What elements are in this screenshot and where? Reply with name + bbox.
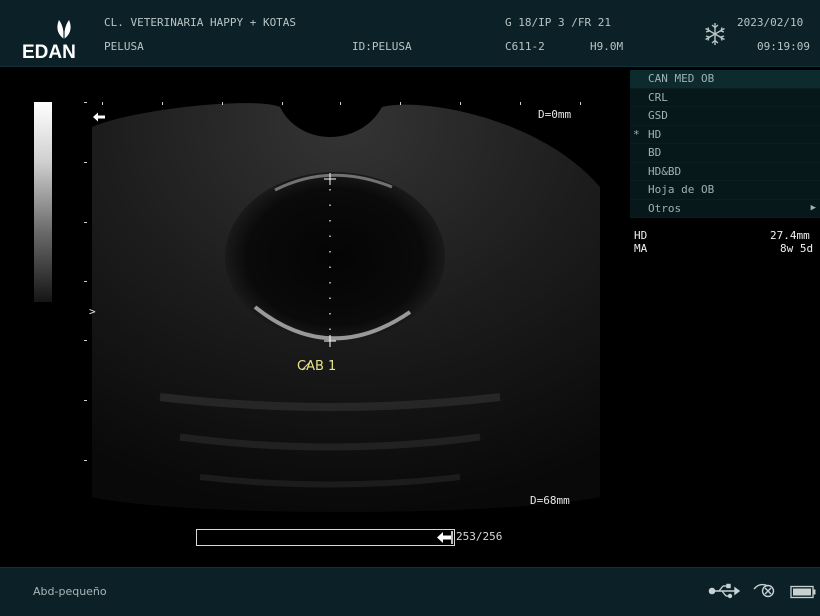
depth-top: D=0mm	[538, 108, 572, 121]
menu-item-label: Otros	[648, 201, 682, 215]
left-arrow-icon	[93, 112, 105, 122]
menu-item-hd-bd[interactable]: HD&BD	[630, 162, 820, 181]
probe-name: C611-2	[505, 40, 545, 53]
cine-progress-fill	[197, 530, 451, 545]
menu-item-label: CAN MED OB	[648, 72, 715, 85]
dicom-icon	[753, 583, 775, 598]
meas-hd-label: HD	[634, 229, 648, 242]
cine-counter: 253/256	[456, 530, 503, 543]
logo-text: EDAN	[22, 42, 76, 63]
menu-item-otros[interactable]: Otros ▶	[630, 199, 820, 218]
depth-bottom: D=68mm	[530, 494, 570, 507]
meas-ma-value: 8w 5d	[780, 242, 814, 255]
measurement-menu: CAN MED OB CRL GSD * HD BD HD&BD Hoja de OB Otro…	[630, 70, 820, 218]
caliper-label: CAB 1	[297, 359, 337, 374]
patient-name: PELUSA	[104, 40, 144, 53]
ultrasound-image-area[interactable]: > D=0mm D=68mm CAB 1 253/256	[0, 67, 628, 567]
selected-marker: *	[633, 127, 640, 141]
leaf-icon	[57, 20, 71, 39]
menu-item-gsd[interactable]: GSD	[630, 107, 820, 126]
grayscale-bar	[34, 102, 52, 302]
clinic-name: CL. VETERINARIA HAPPY + KOTAS	[104, 16, 297, 29]
exam-preset[interactable]: Abd-pequeño	[33, 585, 107, 598]
header-bar: EDAN CL. VETERINARIA HAPPY + KOTAS PELUS…	[0, 0, 820, 67]
usb-icon	[708, 583, 740, 599]
menu-item-bd[interactable]: BD	[630, 144, 820, 163]
battery-icon	[790, 585, 816, 599]
menu-item-label: Hoja de OB	[648, 183, 715, 196]
cine-arrow-icon[interactable]	[435, 530, 453, 545]
meas-hd-value: 27.4mm	[770, 229, 810, 242]
menu-item-crl[interactable]: CRL	[630, 88, 820, 107]
menu-item-hd[interactable]: * HD	[630, 125, 820, 144]
gain-params: G 18/IP 3 /FR 21	[505, 16, 611, 29]
snowflake-icon[interactable]	[703, 22, 727, 46]
menu-item-label: GSD	[648, 109, 668, 122]
menu-item-label: HD&BD	[648, 164, 682, 178]
menu-item-label: CRL	[648, 90, 668, 104]
menu-item-label: BD	[648, 146, 662, 159]
exam-date: 2023/02/10	[737, 16, 804, 29]
menu-item-can-med-ob[interactable]: CAN MED OB	[630, 70, 820, 89]
cine-progress-bar[interactable]	[196, 529, 455, 546]
meas-ma-label: MA	[634, 242, 648, 255]
harmonic-freq: H9.0M	[590, 40, 624, 53]
focus-marker: >	[89, 305, 96, 318]
exam-time: 09:19:09	[757, 40, 810, 53]
menu-item-hoja-de-ob[interactable]: Hoja de OB	[630, 181, 820, 200]
menu-item-label: HD	[648, 127, 662, 141]
edan-logo: EDAN	[22, 18, 94, 63]
footer-bar: Abd-pequeño	[0, 567, 820, 616]
patient-id: ID:PELUSA	[352, 40, 412, 53]
submenu-arrow-icon: ▶	[810, 202, 816, 213]
